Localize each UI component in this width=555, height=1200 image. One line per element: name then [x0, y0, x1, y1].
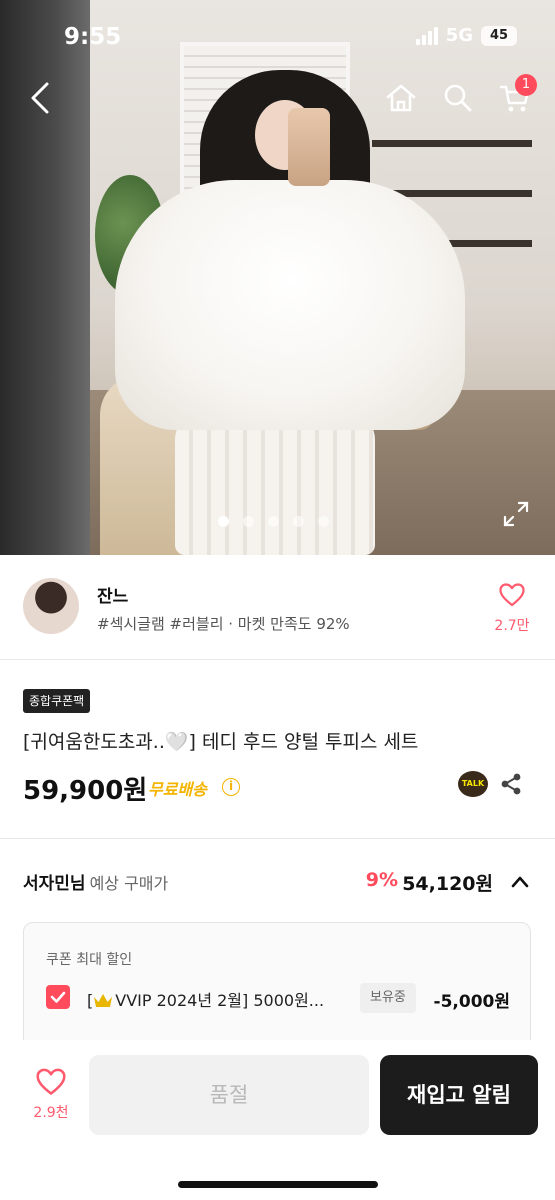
pagination-dot[interactable]: [243, 516, 254, 527]
pagination-dot[interactable]: [318, 516, 329, 527]
product-title: [귀여움한도초과..🤍] 테디 후드 양털 투피스 세트: [23, 731, 419, 753]
image-skirt: [175, 410, 375, 555]
pagination-dot[interactable]: [218, 516, 229, 527]
check-icon: [50, 991, 66, 1003]
home-button[interactable]: [381, 78, 421, 118]
seller-avatar[interactable]: [23, 578, 79, 634]
seller-section[interactable]: 잔느 #섹시글램 #러블리 · 마켓 만족도 92% 2.7만: [0, 555, 555, 660]
expected-price-row[interactable]: 서자민님 예상 구매가 9% 54,120원: [23, 869, 533, 895]
kakao-talk-button[interactable]: TALK: [458, 771, 488, 797]
chevron-left-icon: [31, 82, 49, 114]
collapse-button[interactable]: [507, 869, 533, 895]
coupon-pack-badge: 종합쿠폰팩: [23, 689, 91, 713]
pagination-dot[interactable]: [268, 516, 279, 527]
signal-icon: [415, 26, 438, 45]
fullscreen-button[interactable]: [502, 500, 530, 528]
coupon-name: [VVIP 2024년 2월] 5000원...: [87, 987, 324, 1011]
image-bg-shelf: [372, 140, 532, 147]
expected-price-label: 예상 구매가: [89, 874, 169, 893]
member-discount-rate: 9%: [365, 869, 398, 891]
coupon-name-text: VVIP 2024년 2월] 5000원...: [115, 991, 325, 1010]
seller-like-button[interactable]: 2.7만: [490, 583, 534, 635]
coupon-box: 쿠폰 최대 할인 [VVIP 2024년 2월] 5000원... 보유중 -5…: [23, 922, 531, 1052]
seller-like-count: 2.7만: [494, 618, 530, 634]
cart-count-badge: 1: [515, 74, 537, 96]
coupon-checkbox[interactable]: [46, 985, 70, 1009]
coupon-discount-amount: -5,000원: [433, 992, 510, 1012]
crown-icon: [94, 994, 113, 1007]
gallery-pagination: [218, 516, 329, 527]
coupon-owned-badge: 보유중: [360, 983, 416, 1013]
battery-icon: 45: [481, 25, 517, 46]
chevron-up-icon: [511, 876, 529, 888]
free-shipping-label: 무료배송: [148, 780, 207, 799]
home-indicator: [178, 1181, 378, 1188]
heart-icon: [499, 583, 525, 607]
product-like-count: 2.9천: [33, 1105, 69, 1121]
seller-name[interactable]: 잔느: [97, 582, 128, 607]
info-icon[interactable]: i: [222, 778, 240, 796]
pagination-dot[interactable]: [293, 516, 304, 527]
status-indicators: 5G 45: [415, 25, 517, 46]
image-jacket: [115, 180, 465, 430]
section-divider: [0, 838, 555, 839]
restock-alert-button[interactable]: 재입고 알림: [380, 1055, 538, 1135]
seller-tags: #섹시글램 #러블리 · 마켓 만족도 92%: [97, 615, 350, 633]
member-expected-price: 54,120원: [402, 873, 493, 895]
image-phone: [288, 108, 330, 186]
member-name: 서자민님: [23, 874, 86, 894]
product-price: 59,900원: [23, 776, 148, 806]
product-like-button[interactable]: 2.9천: [27, 1068, 75, 1122]
expand-icon: [503, 501, 529, 527]
search-icon: [444, 84, 472, 112]
status-time: 9:55: [64, 24, 122, 50]
network-label: 5G: [445, 25, 473, 46]
coupon-header: 쿠폰 최대 할인: [46, 952, 133, 968]
cart-button[interactable]: 1: [495, 74, 537, 118]
share-icon: [501, 773, 521, 795]
bottom-action-bar: 2.9천 품절 재입고 알림: [0, 1040, 555, 1200]
soldout-button[interactable]: 품절: [89, 1055, 369, 1135]
share-button[interactable]: [499, 772, 523, 796]
heart-icon: [36, 1068, 66, 1095]
search-button[interactable]: [438, 78, 478, 118]
home-icon: [386, 84, 416, 112]
back-button[interactable]: [20, 78, 60, 118]
